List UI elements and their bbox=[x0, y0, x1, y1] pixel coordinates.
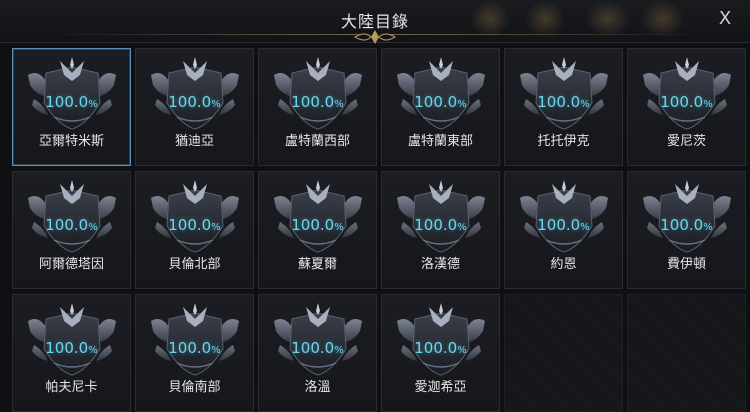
completion-value: 100.0 bbox=[537, 93, 581, 111]
continent-name: 費伊頓 bbox=[666, 257, 706, 272]
completion-percent: 100.0% bbox=[505, 215, 622, 234]
completion-percent: 100.0% bbox=[382, 215, 499, 234]
completion-percent: 100.0% bbox=[136, 338, 253, 357]
completion-unit: % bbox=[457, 99, 467, 110]
completion-value: 100.0 bbox=[291, 339, 335, 357]
completion-value: 100.0 bbox=[660, 216, 704, 234]
continent-tile[interactable]: 100.0% 愛迦希亞 bbox=[381, 294, 500, 412]
close-icon: X bbox=[718, 8, 732, 29]
continent-tile[interactable]: 100.0% 猶迪亞 bbox=[135, 48, 254, 166]
completion-percent: 100.0% bbox=[259, 92, 376, 111]
continent-name: 托托伊克 bbox=[537, 134, 590, 149]
completion-unit: % bbox=[88, 99, 98, 110]
completion-value: 100.0 bbox=[660, 93, 704, 111]
continent-name: 蘇夏爾 bbox=[297, 257, 337, 272]
completion-percent: 100.0% bbox=[628, 92, 745, 111]
continent-tile[interactable]: 100.0% 貝倫北部 bbox=[135, 171, 254, 289]
completion-percent: 100.0% bbox=[259, 215, 376, 234]
empty-slot bbox=[504, 294, 623, 412]
completion-value: 100.0 bbox=[414, 93, 458, 111]
completion-unit: % bbox=[88, 345, 98, 356]
completion-percent: 100.0% bbox=[628, 215, 745, 234]
continent-name: 帕夫尼卡 bbox=[45, 380, 98, 395]
completion-unit: % bbox=[334, 345, 344, 356]
completion-unit: % bbox=[88, 222, 98, 233]
completion-unit: % bbox=[334, 99, 344, 110]
completion-percent: 100.0% bbox=[13, 92, 130, 111]
continent-name: 阿爾德塔因 bbox=[38, 257, 104, 272]
completion-unit: % bbox=[457, 222, 467, 233]
completion-unit: % bbox=[703, 99, 713, 110]
completion-value: 100.0 bbox=[291, 216, 335, 234]
continent-name: 盧特蘭西部 bbox=[284, 134, 350, 149]
completion-value: 100.0 bbox=[414, 339, 458, 357]
completion-unit: % bbox=[580, 222, 590, 233]
completion-percent: 100.0% bbox=[505, 92, 622, 111]
title-ornament-icon bbox=[353, 30, 397, 44]
completion-unit: % bbox=[334, 222, 344, 233]
continent-name: 約恩 bbox=[550, 257, 577, 272]
continent-tile[interactable]: 100.0% 蘇夏爾 bbox=[258, 171, 377, 289]
completion-value: 100.0 bbox=[537, 216, 581, 234]
continent-tile[interactable]: 100.0% 帕夫尼卡 bbox=[12, 294, 131, 412]
completion-percent: 100.0% bbox=[259, 338, 376, 357]
completion-percent: 100.0% bbox=[136, 215, 253, 234]
continent-tile[interactable]: 100.0% 洛溫 bbox=[258, 294, 377, 412]
completion-value: 100.0 bbox=[45, 93, 89, 111]
continent-tile[interactable]: 100.0% 約恩 bbox=[504, 171, 623, 289]
continent-name: 猶迪亞 bbox=[174, 134, 214, 149]
completion-unit: % bbox=[211, 99, 221, 110]
continent-tile[interactable]: 100.0% 托托伊克 bbox=[504, 48, 623, 166]
completion-unit: % bbox=[703, 222, 713, 233]
completion-percent: 100.0% bbox=[382, 92, 499, 111]
empty-slot bbox=[627, 294, 746, 412]
completion-value: 100.0 bbox=[45, 339, 89, 357]
completion-unit: % bbox=[580, 99, 590, 110]
continent-name: 貝倫南部 bbox=[168, 380, 221, 395]
completion-value: 100.0 bbox=[414, 216, 458, 234]
completion-value: 100.0 bbox=[168, 339, 212, 357]
window-header: 大陸目錄 X bbox=[0, 0, 750, 44]
completion-value: 100.0 bbox=[168, 216, 212, 234]
continent-name: 洛漢德 bbox=[420, 257, 460, 272]
continent-name: 亞爾特米斯 bbox=[38, 134, 104, 149]
continent-tile[interactable]: 100.0% 阿爾德塔因 bbox=[12, 171, 131, 289]
completion-percent: 100.0% bbox=[13, 215, 130, 234]
completion-unit: % bbox=[211, 345, 221, 356]
completion-unit: % bbox=[457, 345, 467, 356]
continent-grid: 100.0% 亞爾特米斯 100.0% 猶迪亞 100.0% 盧特蘭西部 100.0%… bbox=[12, 48, 750, 412]
continent-name: 貝倫北部 bbox=[168, 257, 221, 272]
completion-percent: 100.0% bbox=[382, 338, 499, 357]
continent-tile[interactable]: 100.0% 亞爾特米斯 bbox=[12, 48, 131, 166]
title-divider bbox=[40, 34, 360, 35]
close-button[interactable]: X bbox=[714, 8, 736, 30]
continent-name: 愛迦希亞 bbox=[414, 380, 467, 395]
completion-value: 100.0 bbox=[45, 216, 89, 234]
completion-value: 100.0 bbox=[291, 93, 335, 111]
completion-percent: 100.0% bbox=[136, 92, 253, 111]
continent-tile[interactable]: 100.0% 盧特蘭東部 bbox=[381, 48, 500, 166]
continent-tile[interactable]: 100.0% 盧特蘭西部 bbox=[258, 48, 377, 166]
completion-unit: % bbox=[211, 222, 221, 233]
completion-percent: 100.0% bbox=[13, 338, 130, 357]
continent-tile[interactable]: 100.0% 愛尼茨 bbox=[627, 48, 746, 166]
title-divider bbox=[390, 34, 710, 35]
continent-tile[interactable]: 100.0% 洛漢德 bbox=[381, 171, 500, 289]
continent-tile[interactable]: 100.0% 貝倫南部 bbox=[135, 294, 254, 412]
continent-name: 洛溫 bbox=[304, 380, 331, 395]
completion-value: 100.0 bbox=[168, 93, 212, 111]
continent-name: 盧特蘭東部 bbox=[407, 134, 473, 149]
continent-tile[interactable]: 100.0% 費伊頓 bbox=[627, 171, 746, 289]
continent-name: 愛尼茨 bbox=[666, 134, 706, 149]
